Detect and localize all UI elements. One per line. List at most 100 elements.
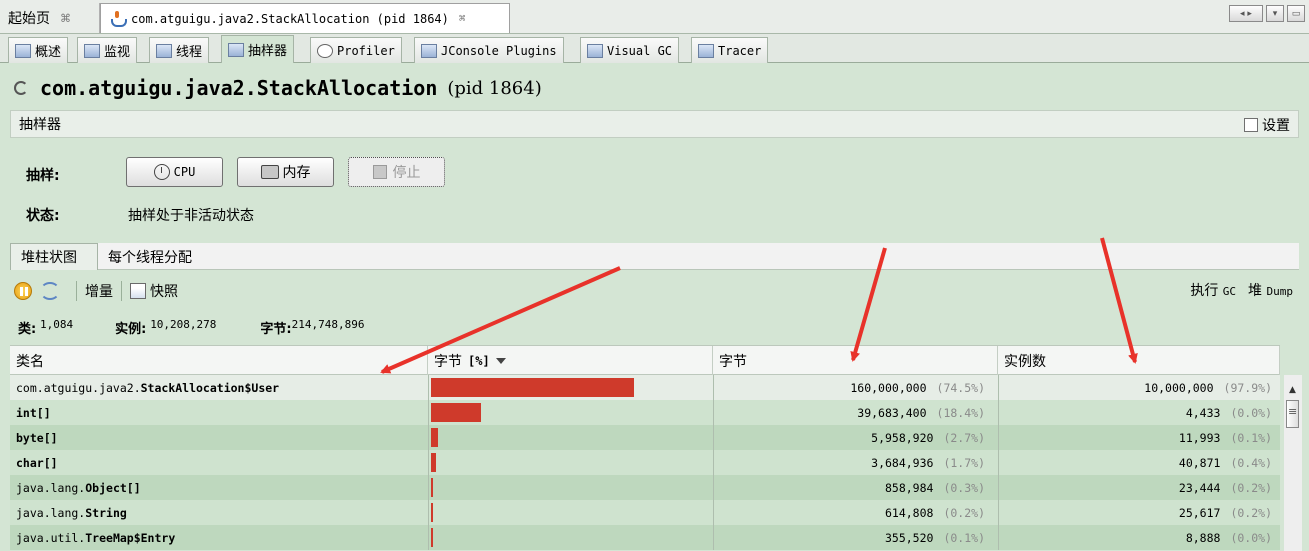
bytes-pct-header-suffix: [%] — [468, 354, 490, 368]
column-header-bytes[interactable]: 字节 — [713, 346, 998, 376]
scrollbar-thumb[interactable] — [1286, 400, 1299, 428]
instances-label: 实例: — [115, 322, 147, 337]
instances-percent: (0.1%) — [1230, 430, 1272, 445]
memory-button[interactable]: 内存 — [237, 157, 334, 187]
bytes-percent: (0.3%) — [943, 480, 985, 495]
bytes-value: 3,684,936 — [871, 455, 934, 470]
scroll-tabs-icon[interactable]: ◂ ▸ — [1229, 5, 1263, 22]
table-row[interactable]: java.util. TreeMap$Entry 355,520 (0.1%) 8,88… — [10, 525, 1280, 550]
tab-visual-gc[interactable]: Visual GC — [580, 37, 680, 63]
bytes-pct-bar-cell — [431, 378, 711, 397]
column-divider — [998, 450, 999, 475]
instances-cell: 4,433 (0.0%) — [1000, 400, 1280, 425]
tab-monitor[interactable]: 监视 — [77, 37, 138, 63]
column-header-bytes-pct[interactable]: 字节 [%] — [428, 346, 713, 376]
heap-dump-button[interactable]: 堆 Dump — [1248, 280, 1293, 300]
column-divider — [713, 500, 714, 525]
table-scrollbar[interactable]: ▲ — [1284, 375, 1302, 551]
tab-application[interactable]: com.atguigu.java2.StackAllocation (pid 1… — [100, 3, 510, 33]
column-divider — [998, 400, 999, 425]
class-simple-name: StackAllocation$User — [140, 380, 280, 395]
perform-gc-button[interactable]: 执行 GC — [1190, 280, 1236, 300]
tab-per-thread-allocations[interactable]: 每个线程分配 — [98, 243, 202, 270]
instances-value: 40,871 — [1178, 455, 1221, 470]
bytes-pct-bar — [431, 378, 634, 397]
bytes-percent: (74.5%) — [936, 380, 985, 395]
tab-overview[interactable]: 概述 — [8, 37, 69, 63]
table-header: 类名 字节 [%] 字节 实例数 — [10, 345, 1280, 376]
plugin-tab-bar: 概述 监视 线程 抽样器 Profiler JConsole Plugins V… — [0, 34, 1309, 63]
class-simple-name: byte[] — [16, 430, 58, 445]
column-divider — [998, 500, 999, 525]
maximize-icon[interactable]: ▭ — [1287, 5, 1305, 22]
bytes-pct-bar — [431, 478, 433, 497]
column-divider — [998, 375, 999, 400]
tab-list-dropdown-icon[interactable]: ▾ — [1266, 5, 1284, 22]
refresh-icon[interactable] — [40, 282, 60, 300]
bytes-cell: 858,984 (0.3%) — [715, 475, 993, 500]
tab-tracer-label: Tracer — [718, 43, 762, 58]
class-package: com.atguigu.java2. — [16, 380, 141, 395]
class-package: java.util. — [16, 530, 86, 545]
scroll-up-icon[interactable]: ▲ — [1289, 385, 1296, 395]
tracer-icon — [698, 43, 714, 58]
column-divider — [428, 475, 429, 500]
pause-icon[interactable] — [14, 282, 32, 300]
instances-value: 4,433 — [1185, 405, 1221, 420]
cpu-button[interactable]: CPU — [126, 157, 223, 187]
tab-tracer[interactable]: Tracer — [691, 37, 769, 63]
settings-toggle[interactable]: 设置 — [1244, 115, 1290, 135]
bytes-pct-bar-cell — [431, 428, 711, 447]
bytes-value: 39,683,400 — [857, 405, 927, 420]
tab-heap-histogram[interactable]: 堆柱状图 — [10, 243, 98, 270]
snapshot-button[interactable]: 快照 — [150, 281, 178, 301]
monitor-icon — [84, 43, 100, 58]
tab-pin-icon[interactable]: ⌘ — [60, 12, 71, 25]
delta-button[interactable]: 增量 — [85, 281, 113, 301]
bytes-label: 字节: — [260, 322, 292, 337]
tab-jconsole-plugins[interactable]: JConsole Plugins — [414, 37, 564, 63]
tab-profiler-label: Profiler — [337, 43, 395, 58]
column-divider — [713, 475, 714, 500]
bytes-cell: 160,000,000 (74.5%) — [715, 375, 993, 400]
column-divider — [428, 500, 429, 525]
profiler-clock-icon — [317, 43, 333, 58]
sampler-header-label: 抽样器 — [19, 117, 61, 133]
tab-visual-gc-label: Visual GC — [607, 43, 673, 58]
window-controls: ◂ ▸ ▾ ▭ — [1229, 5, 1305, 22]
class-name-header-label: 类名 — [16, 354, 44, 370]
column-divider — [428, 400, 429, 425]
column-divider — [998, 475, 999, 500]
bytes-percent: (0.2%) — [943, 505, 985, 520]
class-package: java.lang. — [16, 505, 86, 520]
bytes-cell: 355,520 (0.1%) — [715, 525, 993, 550]
bytes-percent: (0.1%) — [943, 530, 985, 545]
tab-threads[interactable]: 线程 — [149, 37, 210, 63]
bytes-cell: 3,684,936 (1.7%) — [715, 450, 993, 475]
instances-percent: (0.2%) — [1230, 505, 1272, 520]
column-divider — [428, 425, 429, 450]
tab-start-page[interactable]: 起始页 ⌘ — [0, 3, 100, 33]
table-row[interactable]: com.atguigu.java2. StackAllocation$User 16… — [10, 375, 1280, 400]
table-row[interactable]: java.lang. Object[] 858,984 (0.3%) 23,444 (0.… — [10, 475, 1280, 500]
java-icon — [109, 10, 127, 28]
table-row[interactable]: int[] 39,683,400 (18.4%) 4,433 (0.0%) — [10, 400, 1280, 425]
table-row[interactable]: byte[] 5,958,920 (2.7%) 11,993 (0.1%) — [10, 425, 1280, 450]
settings-checkbox[interactable] — [1244, 118, 1258, 132]
tab-threads-label: 线程 — [176, 45, 203, 60]
instances-value: 11,993 — [1178, 430, 1221, 445]
column-header-instances[interactable]: 实例数 — [998, 346, 1280, 376]
stop-button[interactable]: 停止 — [348, 157, 445, 187]
column-divider — [428, 525, 429, 550]
instances-value: 10,000,000 — [1144, 380, 1214, 395]
class-simple-name: char[] — [16, 455, 58, 470]
column-header-class-name[interactable]: 类名 — [10, 346, 428, 376]
column-divider — [713, 525, 714, 550]
instances-percent: (0.0%) — [1230, 530, 1272, 545]
tab-pin-icon[interactable]: ⌘ — [459, 12, 466, 25]
tab-profiler[interactable]: Profiler — [310, 37, 402, 63]
table-row[interactable]: char[] 3,684,936 (1.7%) 40,871 (0.4%) — [10, 450, 1280, 475]
tab-sampler[interactable]: 抽样器 — [221, 35, 295, 63]
table-row[interactable]: java.lang. String 614,808 (0.2%) 25,617 (0.2%… — [10, 500, 1280, 525]
instances-percent: (0.4%) — [1230, 455, 1272, 470]
